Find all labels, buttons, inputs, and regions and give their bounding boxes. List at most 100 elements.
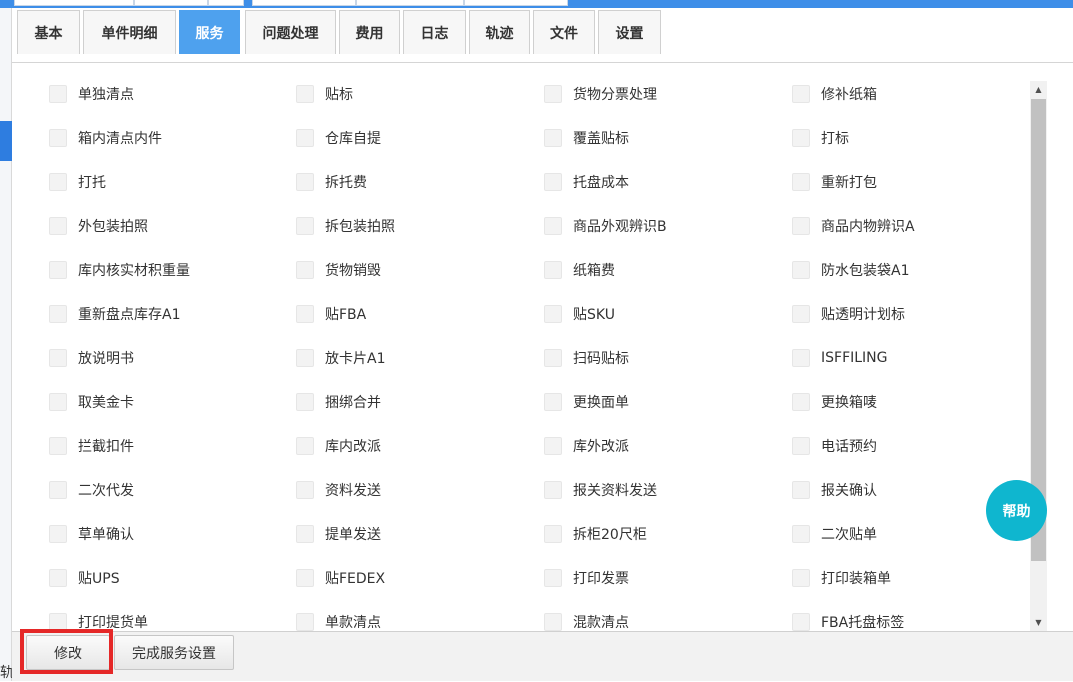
service-option[interactable]: 拆柜20尺柜 xyxy=(544,523,647,545)
service-option[interactable]: 贴FBA xyxy=(296,303,366,325)
service-option[interactable]: 覆盖贴标 xyxy=(544,127,629,149)
tab-8[interactable]: 文件 xyxy=(533,10,595,54)
service-checkbox[interactable] xyxy=(792,129,810,147)
service-checkbox[interactable] xyxy=(792,613,810,631)
service-option[interactable]: 放卡片A1 xyxy=(296,347,385,369)
service-checkbox[interactable] xyxy=(544,261,562,279)
service-option[interactable]: 打托 xyxy=(49,171,106,193)
service-option[interactable]: 二次贴单 xyxy=(792,523,877,545)
service-option[interactable]: 库内核实材积重量 xyxy=(49,259,190,281)
service-checkbox[interactable] xyxy=(792,85,810,103)
service-checkbox[interactable] xyxy=(296,261,314,279)
service-checkbox[interactable] xyxy=(792,305,810,323)
top-input-1[interactable] xyxy=(14,0,134,6)
top-input-5[interactable] xyxy=(356,0,464,6)
tab-7[interactable]: 轨迹 xyxy=(469,10,530,54)
service-option[interactable]: 货物销毁 xyxy=(296,259,381,281)
service-option[interactable]: 打印发票 xyxy=(544,567,629,589)
service-checkbox[interactable] xyxy=(296,129,314,147)
service-option[interactable]: 仓库自提 xyxy=(296,127,381,149)
service-option[interactable]: 打标 xyxy=(792,127,849,149)
service-option[interactable]: 捆绑合并 xyxy=(296,391,381,413)
service-option[interactable]: 纸箱费 xyxy=(544,259,615,281)
service-checkbox[interactable] xyxy=(792,437,810,455)
scroll-down-arrow-icon[interactable]: ▼ xyxy=(1030,614,1047,631)
service-checkbox[interactable] xyxy=(49,261,67,279)
service-checkbox[interactable] xyxy=(49,129,67,147)
service-checkbox[interactable] xyxy=(544,217,562,235)
service-checkbox[interactable] xyxy=(544,129,562,147)
tab-6[interactable]: 日志 xyxy=(403,10,466,54)
service-checkbox[interactable] xyxy=(296,481,314,499)
service-option[interactable]: 贴透明计划标 xyxy=(792,303,905,325)
service-checkbox[interactable] xyxy=(49,217,67,235)
service-checkbox[interactable] xyxy=(49,525,67,543)
service-option[interactable]: 贴标 xyxy=(296,83,353,105)
service-option[interactable]: FBA托盘标签 xyxy=(792,611,904,633)
service-checkbox[interactable] xyxy=(296,85,314,103)
tab-4[interactable]: 问题处理 xyxy=(245,10,336,54)
service-checkbox[interactable] xyxy=(792,393,810,411)
service-option[interactable]: 库内改派 xyxy=(296,435,381,457)
service-checkbox[interactable] xyxy=(49,481,67,499)
service-option[interactable]: 报关资料发送 xyxy=(544,479,657,501)
service-option[interactable]: 重新打包 xyxy=(792,171,877,193)
service-option[interactable]: 库外改派 xyxy=(544,435,629,457)
service-checkbox[interactable] xyxy=(296,569,314,587)
service-option[interactable]: 拆托费 xyxy=(296,171,367,193)
service-option[interactable]: 商品外观辨识B xyxy=(544,215,667,237)
service-checkbox[interactable] xyxy=(49,569,67,587)
service-checkbox[interactable] xyxy=(792,261,810,279)
service-checkbox[interactable] xyxy=(544,525,562,543)
service-checkbox[interactable] xyxy=(296,393,314,411)
service-checkbox[interactable] xyxy=(296,305,314,323)
service-option[interactable]: 拦截扣件 xyxy=(49,435,134,457)
top-input-4[interactable] xyxy=(252,0,356,6)
service-checkbox[interactable] xyxy=(296,217,314,235)
service-option[interactable]: 单独清点 xyxy=(49,83,134,105)
vertical-scrollbar[interactable]: ▲ ▼ xyxy=(1030,81,1047,631)
service-option[interactable]: 箱内清点内件 xyxy=(49,127,162,149)
tab-9[interactable]: 设置 xyxy=(598,10,661,54)
service-checkbox[interactable] xyxy=(49,305,67,323)
service-option[interactable]: 拆包装拍照 xyxy=(296,215,395,237)
service-option[interactable]: 外包装拍照 xyxy=(49,215,148,237)
service-option[interactable]: ISFFILING xyxy=(792,347,888,369)
service-option[interactable]: 更换箱唛 xyxy=(792,391,877,413)
service-checkbox[interactable] xyxy=(792,217,810,235)
service-option[interactable]: 贴FEDEX xyxy=(296,567,385,589)
service-checkbox[interactable] xyxy=(544,437,562,455)
service-checkbox[interactable] xyxy=(49,393,67,411)
service-option[interactable]: 重新盘点库存A1 xyxy=(49,303,180,325)
tab-5[interactable]: 费用 xyxy=(339,10,400,54)
scroll-up-arrow-icon[interactable]: ▲ xyxy=(1030,81,1047,98)
service-checkbox[interactable] xyxy=(544,173,562,191)
service-option[interactable]: 放说明书 xyxy=(49,347,134,369)
service-checkbox[interactable] xyxy=(792,525,810,543)
service-option[interactable]: 贴UPS xyxy=(49,567,120,589)
top-input-3[interactable] xyxy=(208,0,244,6)
service-option[interactable]: 扫码贴标 xyxy=(544,347,629,369)
tab-1[interactable]: 基本 xyxy=(17,10,80,54)
service-checkbox[interactable] xyxy=(49,437,67,455)
service-checkbox[interactable] xyxy=(49,349,67,367)
service-checkbox[interactable] xyxy=(544,481,562,499)
service-option[interactable]: 更换面单 xyxy=(544,391,629,413)
service-option[interactable]: 提单发送 xyxy=(296,523,381,545)
service-checkbox[interactable] xyxy=(296,437,314,455)
service-checkbox[interactable] xyxy=(296,525,314,543)
service-checkbox[interactable] xyxy=(544,613,562,631)
service-option[interactable]: 商品内物辨识A xyxy=(792,215,915,237)
service-option[interactable]: 报关确认 xyxy=(792,479,877,501)
service-option[interactable]: 二次代发 xyxy=(49,479,134,501)
service-option[interactable]: 资料发送 xyxy=(296,479,381,501)
service-option[interactable]: 取美金卡 xyxy=(49,391,134,413)
top-input-6[interactable] xyxy=(464,0,568,6)
tab-3[interactable]: 服务 xyxy=(179,10,240,54)
service-option[interactable]: 打印装箱单 xyxy=(792,567,891,589)
service-checkbox[interactable] xyxy=(792,481,810,499)
service-checkbox[interactable] xyxy=(544,305,562,323)
service-option[interactable]: 修补纸箱 xyxy=(792,83,877,105)
service-option[interactable]: 货物分票处理 xyxy=(544,83,657,105)
service-option[interactable]: 贴SKU xyxy=(544,303,615,325)
